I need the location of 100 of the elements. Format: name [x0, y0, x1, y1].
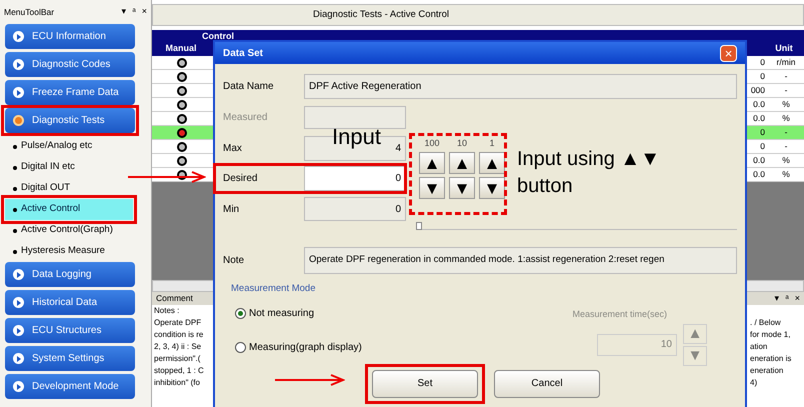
field-label: Desired — [223, 172, 258, 186]
table-cell-text: 000 — [750, 84, 765, 97]
comment-text: Operate DPF — [154, 317, 202, 329]
window-title: Diagnostic Tests - Active Control — [313, 8, 450, 22]
menu-item[interactable]: Hysteresis Measure — [5, 241, 133, 262]
bullet-icon — [13, 228, 17, 232]
panel-control[interactable]: ᵃ — [785, 292, 789, 306]
menu-item[interactable]: Active Control(Graph) — [5, 220, 133, 241]
menu-group-button[interactable]: ECU Information — [5, 24, 135, 49]
bullet-icon — [13, 166, 17, 170]
panel-control[interactable]: ▾ — [774, 292, 780, 306]
menu-group-button[interactable]: Diagnostic Codes — [5, 52, 135, 77]
table-cell-text: % — [781, 168, 791, 181]
menu-group-button[interactable]: Historical Data — [5, 290, 135, 315]
menu-group-button[interactable]: ECU Structures — [5, 318, 135, 343]
comment-text: inhibition" (fo — [154, 377, 201, 389]
decrement-button[interactable]: ▼ — [449, 177, 475, 199]
panel-control[interactable]: ᵃ — [132, 5, 136, 19]
bullet-icon — [13, 186, 17, 190]
panel-control[interactable]: ▾ — [121, 5, 126, 19]
close-button[interactable]: × — [720, 44, 737, 62]
comment-text: Notes : — [154, 305, 180, 317]
comment-text: 4) — [750, 377, 758, 389]
radio-button[interactable] — [235, 308, 246, 319]
radio-label[interactable]: Measuring(graph display) — [249, 340, 362, 355]
expanded-icon — [13, 115, 24, 126]
comment-text: . / Below — [750, 317, 781, 329]
radio-button[interactable] — [235, 342, 246, 353]
menu-item[interactable]: Digital OUT — [5, 178, 133, 199]
menu-item[interactable]: Digital IN etc — [5, 157, 133, 178]
min-field: 0 — [304, 197, 406, 221]
increment-button[interactable]: ▲ — [449, 152, 475, 174]
table-cell-text: - — [784, 84, 788, 97]
dialog-button[interactable]: Cancel — [494, 370, 600, 398]
annotation-label: Input using ▲▼ button — [517, 147, 661, 199]
table-cell-text: 0.0 — [752, 98, 765, 111]
table-cell-text: % — [781, 98, 791, 111]
panel-control[interactable]: × — [142, 5, 147, 19]
table-cell-text: 0 — [759, 140, 765, 153]
expand-icon — [13, 297, 24, 308]
dialog-title: Data Set — [223, 46, 264, 60]
radio-label[interactable]: Not measuring — [249, 306, 314, 321]
step-label: 10 — [456, 136, 468, 150]
menu-group-button[interactable]: Freeze Frame Data — [5, 80, 135, 105]
field-label: Data Name — [223, 80, 275, 94]
bullet-icon — [13, 208, 17, 212]
expand-icon — [13, 325, 24, 336]
comment-text: eneration — [750, 365, 784, 377]
group-title: Measurement Mode — [231, 282, 316, 296]
field-label: Note — [223, 254, 246, 268]
step-label: 1 — [488, 136, 496, 150]
column-header: Unit — [774, 42, 794, 55]
annotation-label: Input — [332, 124, 381, 150]
slider-track[interactable] — [416, 222, 737, 230]
decrement-button[interactable]: ▼ — [419, 177, 445, 199]
field-label: Max — [223, 142, 243, 156]
panel-control[interactable]: × — [794, 292, 800, 306]
bullet-icon — [13, 250, 17, 254]
comment-text: condition is re — [154, 329, 204, 341]
sidebar-title: MenuToolBar — [4, 6, 54, 18]
menu-group-button[interactable]: Data Logging — [5, 262, 135, 287]
menu-group-button[interactable]: Diagnostic Tests — [5, 108, 135, 133]
menu-group-button[interactable]: System Settings — [5, 346, 135, 371]
desired-field[interactable]: 0 — [304, 166, 406, 191]
comment-text: ation — [750, 341, 768, 353]
annotation-arrow — [275, 374, 345, 386]
field-label: Measured — [223, 111, 268, 125]
decrement-button[interactable]: ▼ — [479, 177, 505, 199]
table-cell-text: r/min — [776, 56, 796, 69]
table-cell-text: - — [784, 70, 788, 83]
menu-item[interactable]: Pulse/Analog etc — [5, 136, 133, 157]
table-cell-text: 0.0 — [752, 112, 765, 125]
comment-text: for mode 1, — [750, 329, 790, 341]
comment-text: 2, 3, 4) ii : Se — [154, 341, 202, 353]
column-group-header: Control — [201, 30, 235, 42]
expand-icon — [13, 59, 24, 70]
table-cell-text: % — [781, 154, 791, 167]
increment-button[interactable]: ▲ — [479, 152, 505, 174]
table-cell-text: - — [784, 126, 788, 139]
note-field: Operate DPF regeneration in commanded mode. 1:assist regeneration 2:reset regen — [304, 247, 737, 274]
dialog-button[interactable]: Set — [372, 370, 478, 398]
comment-text: eneration is — [750, 353, 792, 365]
panel-title: Comment — [156, 292, 193, 305]
table-cell-text: 0.0 — [752, 168, 765, 181]
expand-icon — [13, 31, 24, 42]
data-name-field: DPF Active Regeneration — [304, 74, 737, 99]
menu-item[interactable]: Active Control — [5, 199, 133, 220]
expand-icon — [13, 87, 24, 98]
bullet-icon — [13, 144, 17, 148]
expand-icon — [13, 381, 24, 392]
slider-thumb[interactable] — [416, 222, 422, 230]
table-cell-text: 0.0 — [752, 154, 765, 167]
table-cell-text: - — [784, 140, 788, 153]
field-label: Min — [223, 202, 240, 216]
expand-icon — [13, 353, 24, 364]
menu-group-button[interactable]: Development Mode — [5, 374, 135, 399]
increment-button[interactable]: ▲ — [419, 152, 445, 174]
table-cell-text: 0 — [759, 70, 765, 83]
table-cell-text: % — [781, 112, 791, 125]
comment-text: stopped, 1 : C — [154, 365, 204, 377]
